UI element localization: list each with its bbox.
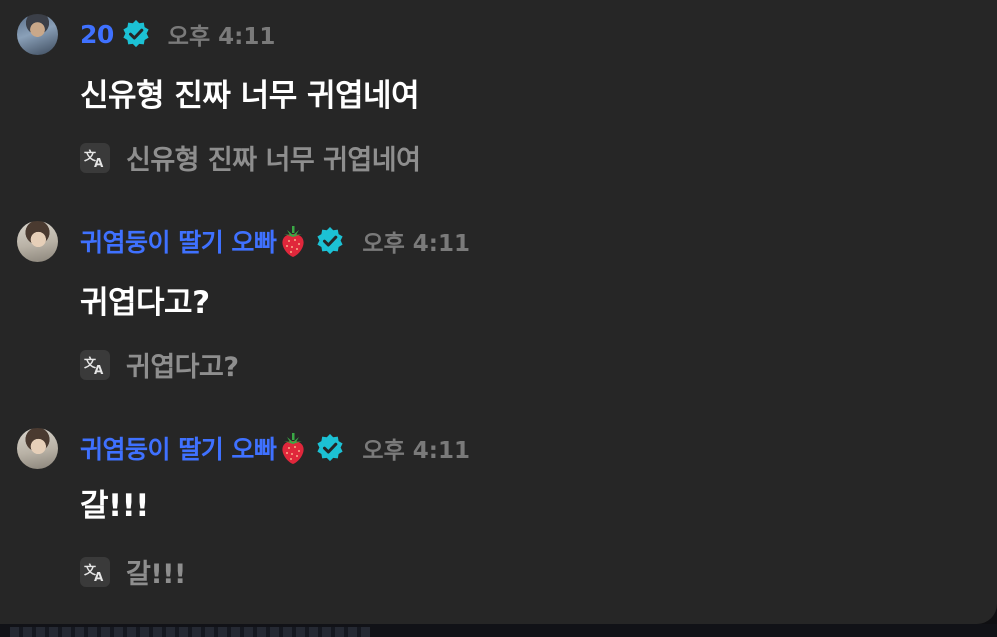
- translation-text: 귀엽다고?: [126, 352, 239, 383]
- message-translation: 文 A 귀엽다고?: [80, 345, 239, 384]
- username[interactable]: 20: [80, 20, 114, 49]
- message-text: 갈!!!: [80, 488, 149, 524]
- obscured-text-fragment: [10, 627, 370, 637]
- translate-icon[interactable]: 文 A: [80, 142, 110, 173]
- message-translation: 文 A 신유형 진짜 너무 귀엽네여: [80, 138, 421, 177]
- username[interactable]: 귀염둥이 딸기 오빠: [80, 223, 277, 259]
- svg-text:A: A: [94, 570, 104, 583]
- message-timestamp: 오후 4:11: [362, 231, 470, 257]
- message-translation: 文 A 갈!!!: [80, 552, 186, 591]
- verified-check-icon: [317, 227, 344, 255]
- username[interactable]: 귀염둥이 딸기 오빠: [80, 430, 277, 466]
- verified-check-icon: [123, 20, 149, 48]
- strawberry-emoji: [282, 226, 305, 257]
- translate-icon[interactable]: 文 A: [80, 556, 110, 587]
- chat-panel: 20 오후 4:11 신유형 진짜 너무 귀엽네여 文 A 신유형 진짜 너무 …: [0, 0, 997, 624]
- user-avatar[interactable]: [17, 221, 58, 262]
- message-timestamp: 오후 4:11: [167, 24, 276, 50]
- svg-text:A: A: [94, 363, 104, 376]
- message-header: 귀염둥이 딸기 오빠 오후 4:11: [80, 223, 470, 259]
- translation-text: 신유형 진짜 너무 귀엽네여: [126, 145, 421, 176]
- verified-check-icon: [317, 434, 344, 462]
- svg-text:A: A: [94, 156, 104, 169]
- background-content-peek: [0, 624, 997, 637]
- message-timestamp: 오후 4:11: [362, 438, 470, 464]
- translate-icon[interactable]: 文 A: [80, 349, 110, 380]
- message-text: 귀엽다고?: [80, 285, 210, 321]
- strawberry-emoji: [282, 433, 305, 464]
- user-avatar[interactable]: [17, 428, 58, 469]
- message-header: 20 오후 4:11: [80, 16, 275, 52]
- user-avatar[interactable]: [17, 14, 58, 55]
- message-text: 신유형 진짜 너무 귀엽네여: [80, 78, 420, 114]
- message-header: 귀염둥이 딸기 오빠 오후 4:11: [80, 430, 470, 466]
- translation-text: 갈!!!: [126, 559, 186, 590]
